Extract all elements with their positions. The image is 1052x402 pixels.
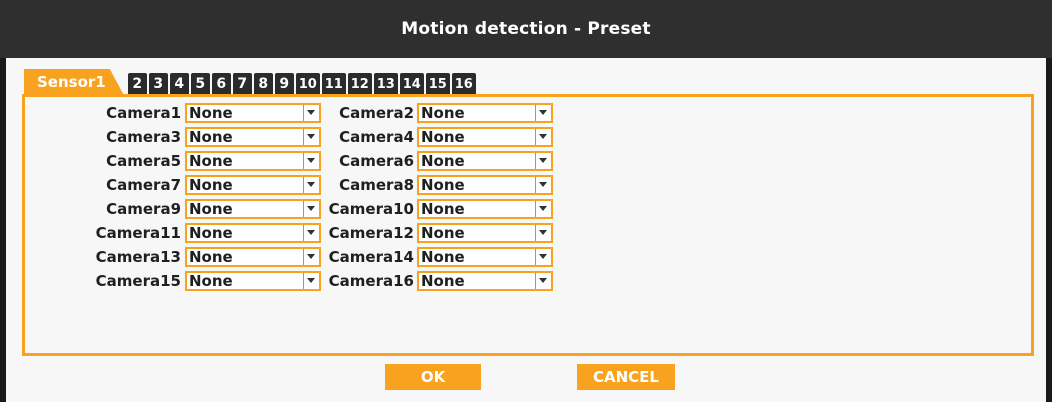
camera-label: Camera2 <box>339 103 414 122</box>
chevron-down-icon[interactable] <box>535 224 550 241</box>
tab-sensor-8[interactable]: 8 <box>253 73 273 95</box>
select-value: None <box>421 175 465 194</box>
camera-label: Camera16 <box>328 271 414 290</box>
tab-sensor-4[interactable]: 4 <box>169 73 189 95</box>
tab-sensor1[interactable]: Sensor1 <box>24 69 124 95</box>
camera-label: Camera15 <box>95 271 181 290</box>
select-value: None <box>189 175 233 194</box>
select-value: None <box>421 271 465 290</box>
select-value: None <box>421 199 465 218</box>
select-value: None <box>189 271 233 290</box>
tab-sensor-15[interactable]: 15 <box>425 73 450 95</box>
camera-label: Camera6 <box>339 151 414 170</box>
camera-row: Camera9 None Camera10 None <box>25 198 553 219</box>
camera5-preset-select[interactable]: None <box>185 150 321 171</box>
select-value: None <box>189 199 233 218</box>
camera-row: Camera1 None Camera2 None <box>25 102 553 123</box>
select-value: None <box>421 247 465 266</box>
camera6-preset-select[interactable]: None <box>417 150 553 171</box>
sensor-tabs: Sensor1 2 3 4 5 6 7 8 9 10 11 12 13 14 1… <box>24 67 478 95</box>
ok-button[interactable]: OK <box>385 364 481 390</box>
camera-label: Camera14 <box>328 247 414 266</box>
tab-sensor-16[interactable]: 16 <box>451 73 476 95</box>
chevron-down-icon[interactable] <box>535 104 550 121</box>
tab-sensor-2[interactable]: 2 <box>127 73 147 95</box>
camera11-preset-select[interactable]: None <box>185 222 321 243</box>
camera-label: Camera7 <box>106 175 181 194</box>
camera-row: Camera7 None Camera8 None <box>25 174 553 195</box>
camera-label: Camera11 <box>95 223 181 242</box>
camera-label: Camera8 <box>339 175 414 194</box>
camera-label: Camera12 <box>328 223 414 242</box>
camera12-preset-select[interactable]: None <box>417 222 553 243</box>
camera10-preset-select[interactable]: None <box>417 198 553 219</box>
select-value: None <box>421 223 465 242</box>
camera8-preset-select[interactable]: None <box>417 174 553 195</box>
camera-row: Camera5 None Camera6 None <box>25 150 553 171</box>
tab-sensor-10[interactable]: 10 <box>295 73 320 95</box>
chevron-down-icon[interactable] <box>535 200 550 217</box>
select-value: None <box>189 103 233 122</box>
camera-label: Camera3 <box>106 127 181 146</box>
camera4-preset-select[interactable]: None <box>417 126 553 147</box>
chevron-down-icon[interactable] <box>535 272 550 289</box>
chevron-down-icon[interactable] <box>535 128 550 145</box>
camera-label: Camera10 <box>328 199 414 218</box>
tab-sensor-11[interactable]: 11 <box>321 73 346 95</box>
camera2-preset-select[interactable]: None <box>417 102 553 123</box>
tab-sensor-14[interactable]: 14 <box>399 73 424 95</box>
camera13-preset-select[interactable]: None <box>185 246 321 267</box>
tab-sensor-13[interactable]: 13 <box>373 73 398 95</box>
camera14-preset-select[interactable]: None <box>417 246 553 267</box>
dialog-title: Motion detection - Preset <box>0 0 1052 58</box>
camera7-preset-select[interactable]: None <box>185 174 321 195</box>
chevron-down-icon[interactable] <box>303 224 318 241</box>
select-value: None <box>421 127 465 146</box>
chevron-down-icon[interactable] <box>303 200 318 217</box>
select-value: None <box>189 127 233 146</box>
camera16-preset-select[interactable]: None <box>417 270 553 291</box>
chevron-down-icon[interactable] <box>303 272 318 289</box>
camera15-preset-select[interactable]: None <box>185 270 321 291</box>
select-value: None <box>421 103 465 122</box>
tab-sensor-7[interactable]: 7 <box>232 73 252 95</box>
camera-label: Camera5 <box>106 151 181 170</box>
camera-label: Camera9 <box>106 199 181 218</box>
chevron-down-icon[interactable] <box>535 176 550 193</box>
tab-sensor-12[interactable]: 12 <box>347 73 372 95</box>
tab-sensor-9[interactable]: 9 <box>274 73 294 95</box>
chevron-down-icon[interactable] <box>303 176 318 193</box>
camera9-preset-select[interactable]: None <box>185 198 321 219</box>
preset-panel: Camera1 None Camera2 None Camera3 None C… <box>22 94 1034 356</box>
select-value: None <box>421 151 465 170</box>
select-value: None <box>189 151 233 170</box>
camera-label: Camera13 <box>95 247 181 266</box>
camera1-preset-select[interactable]: None <box>185 102 321 123</box>
camera-row: Camera3 None Camera4 None <box>25 126 553 147</box>
select-value: None <box>189 223 233 242</box>
camera-label: Camera1 <box>106 103 181 122</box>
tab-sensor-5[interactable]: 5 <box>190 73 210 95</box>
camera-row: Camera11 None Camera12 None <box>25 222 553 243</box>
chevron-down-icon[interactable] <box>535 152 550 169</box>
cancel-button[interactable]: CANCEL <box>577 364 675 390</box>
camera-row: Camera13 None Camera14 None <box>25 246 553 267</box>
chevron-down-icon[interactable] <box>303 104 318 121</box>
tab-sensor-3[interactable]: 3 <box>148 73 168 95</box>
chevron-down-icon[interactable] <box>303 248 318 265</box>
camera3-preset-select[interactable]: None <box>185 126 321 147</box>
chevron-down-icon[interactable] <box>535 248 550 265</box>
chevron-down-icon[interactable] <box>303 128 318 145</box>
camera-row: Camera15 None Camera16 None <box>25 270 553 291</box>
chevron-down-icon[interactable] <box>303 152 318 169</box>
camera-label: Camera4 <box>339 127 414 146</box>
tab-sensor-6[interactable]: 6 <box>211 73 231 95</box>
select-value: None <box>189 247 233 266</box>
